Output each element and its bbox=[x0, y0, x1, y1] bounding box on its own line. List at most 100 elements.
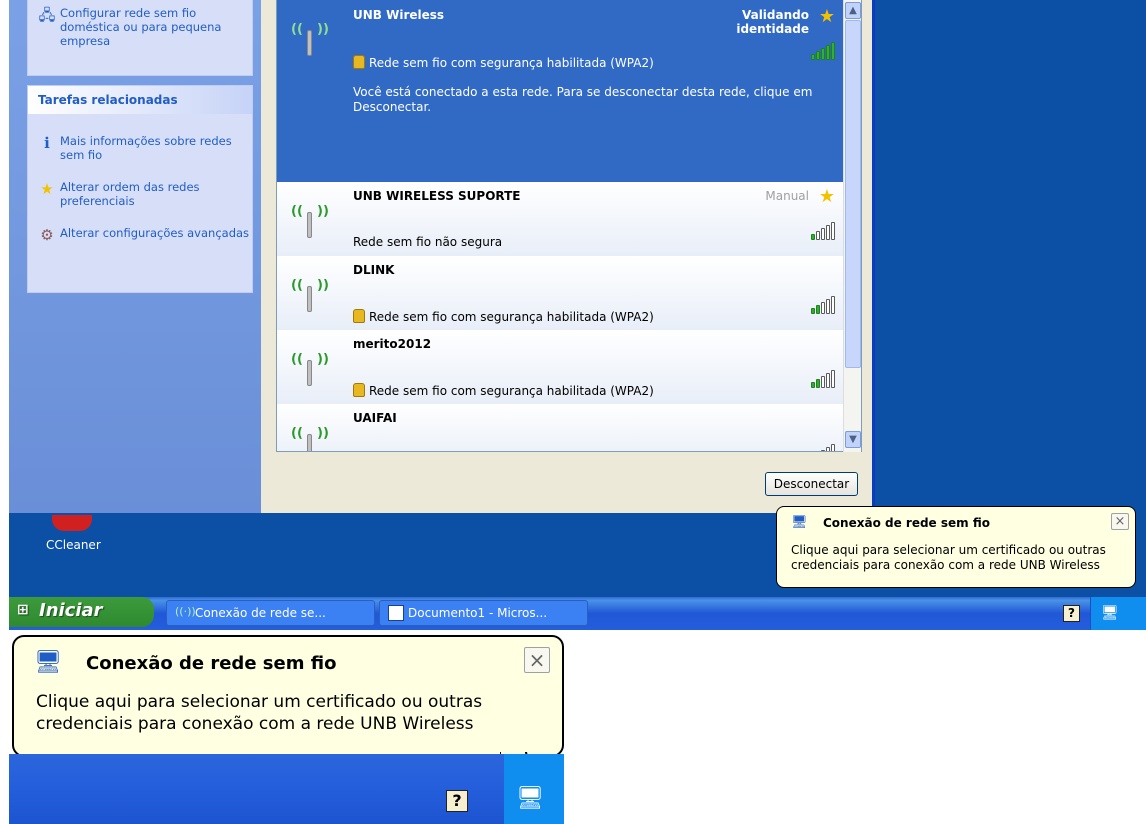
network-item[interactable]: (()) merito2012 Rede sem fio com seguran… bbox=[277, 330, 843, 404]
balloon-body: Clique aqui para selecionar um certifica… bbox=[791, 543, 1106, 572]
disconnect-button[interactable]: Desconectar bbox=[765, 472, 858, 496]
signal-bar bbox=[816, 379, 820, 388]
network-status: Validando identidade bbox=[736, 8, 809, 36]
help-tray-icon[interactable]: ? bbox=[446, 790, 468, 812]
star-icon: ★ bbox=[40, 180, 54, 198]
notification-balloon[interactable]: 🖥 Conexão de rede sem fio × Clique aqui … bbox=[776, 506, 1136, 588]
wireless-network-icon: 🖥 bbox=[34, 650, 62, 675]
signal-bar bbox=[831, 296, 835, 314]
wireless-network-icon: 🖥 bbox=[791, 515, 808, 530]
network-security: Rede sem fio não segura bbox=[353, 235, 503, 249]
signal-bar bbox=[821, 302, 825, 314]
task-pane: 🖧 Configurar rede sem fio doméstica ou p… bbox=[9, 0, 261, 513]
signal-bar bbox=[826, 447, 830, 451]
change-order-label: Alterar ordem das redes preferenciais bbox=[60, 180, 200, 208]
ccleaner-label[interactable]: CCleaner bbox=[46, 538, 101, 552]
system-tray-zoom: 🖥 bbox=[504, 754, 564, 824]
network-name: UNB Wireless bbox=[353, 8, 445, 22]
info-icon: ℹ bbox=[44, 134, 50, 152]
network-tray-icon[interactable]: 🖥 bbox=[516, 786, 544, 811]
advanced-settings-link[interactable]: ⚙ Alterar configurações avançadas bbox=[28, 226, 252, 244]
signal-strength-icon bbox=[811, 42, 835, 60]
signal-bar bbox=[811, 382, 815, 388]
signal-bar bbox=[816, 305, 820, 314]
network-name: UNB WIRELESS SUPORTE bbox=[353, 189, 521, 203]
signal-bar bbox=[821, 48, 825, 60]
setup-wireless-label: Configurar rede sem fio doméstica ou par… bbox=[60, 6, 222, 48]
taskbar-zoom: ? bbox=[9, 754, 564, 824]
network-item[interactable]: (()) DLINK Rede sem fio com segurança ha… bbox=[277, 256, 843, 330]
signal-bar bbox=[831, 222, 835, 240]
signal-bar bbox=[811, 54, 815, 60]
star-icon: ★ bbox=[818, 186, 835, 207]
signal-bar bbox=[811, 308, 815, 314]
scroll-up-button[interactable]: ▲ bbox=[845, 2, 861, 19]
antenna-icon: (()) bbox=[291, 196, 329, 238]
more-info-label: Mais informações sobre redes sem fio bbox=[60, 134, 232, 162]
scroll-thumb[interactable] bbox=[845, 20, 861, 368]
network-status: Manual bbox=[765, 189, 809, 203]
signal-bar bbox=[831, 42, 835, 60]
system-tray: 🖥 bbox=[1090, 597, 1146, 630]
taskbar-button-label: Conexão de rede se... bbox=[195, 606, 326, 620]
security-label: Rede sem fio com segurança habilitada (W… bbox=[369, 56, 654, 70]
help-tray-icon[interactable]: ? bbox=[1063, 605, 1080, 622]
network-list-scrollbar[interactable]: ▲ ▼ bbox=[843, 0, 861, 452]
related-tasks-header: Tarefas relacionadas bbox=[28, 86, 252, 114]
network-item[interactable]: (()) UNB Wireless Validando identidade ★… bbox=[277, 0, 843, 182]
network-name: DLINK bbox=[353, 263, 395, 277]
signal-bar bbox=[821, 376, 825, 388]
balloon-close-button[interactable]: × bbox=[1111, 513, 1129, 530]
signal-bar bbox=[831, 370, 835, 388]
advanced-settings-label: Alterar configurações avançadas bbox=[60, 226, 250, 240]
start-button[interactable]: ⊞ Iniciar bbox=[9, 597, 154, 627]
signal-strength-icon bbox=[811, 222, 835, 240]
word-document-icon bbox=[388, 605, 404, 621]
signal-strength-icon bbox=[811, 444, 835, 451]
balloon-title: Conexão de rede sem fio bbox=[823, 516, 990, 530]
antenna-icon: (()) bbox=[291, 270, 329, 312]
change-order-link[interactable]: ★ Alterar ordem das redes preferenciais bbox=[28, 180, 252, 208]
network-tasks-box: 🖧 Configurar rede sem fio doméstica ou p… bbox=[27, 0, 253, 76]
signal-bar bbox=[826, 45, 830, 60]
network-item[interactable]: (()) UAIFAI bbox=[277, 404, 843, 451]
taskbar-button-wireless[interactable]: ((·)) Conexão de rede se... bbox=[166, 600, 375, 626]
windows-logo-icon: ⊞ bbox=[17, 602, 29, 618]
signal-bar bbox=[831, 444, 835, 451]
connection-message: Você está conectado a esta rede. Para se… bbox=[353, 85, 813, 114]
balloon-close-button[interactable]: × bbox=[524, 647, 550, 673]
notification-balloon-zoom[interactable]: 🖥 Conexão de rede sem fio × Clique aqui … bbox=[12, 635, 564, 757]
signal-bar bbox=[826, 373, 830, 388]
balloon-body: Clique aqui para selecionar um certifica… bbox=[36, 692, 483, 734]
security-label: Rede sem fio com segurança habilitada (W… bbox=[369, 310, 654, 324]
network-security: Rede sem fio com segurança habilitada (W… bbox=[353, 55, 654, 70]
settings-icon: ⚙ bbox=[40, 226, 54, 244]
network-security: Rede sem fio com segurança habilitada (W… bbox=[353, 309, 654, 324]
more-info-link[interactable]: ℹ Mais informações sobre redes sem fio bbox=[28, 134, 252, 162]
network-name: merito2012 bbox=[353, 337, 432, 351]
setup-wireless-link[interactable]: 🖧 Configurar rede sem fio doméstica ou p… bbox=[28, 6, 252, 48]
balloon-title: Conexão de rede sem fio bbox=[86, 653, 337, 674]
network-security: Rede sem fio com segurança habilitada (W… bbox=[353, 383, 654, 398]
taskbar-button-document[interactable]: Documento1 - Micros... bbox=[379, 600, 588, 626]
signal-bar bbox=[816, 231, 820, 240]
signal-bar bbox=[816, 51, 820, 60]
lock-icon bbox=[353, 383, 365, 397]
security-label: Rede sem fio com segurança habilitada (W… bbox=[369, 384, 654, 398]
network-list: (()) UNB Wireless Validando identidade ★… bbox=[276, 0, 862, 452]
ccleaner-icon[interactable] bbox=[52, 515, 92, 531]
antenna-icon: (()) bbox=[291, 14, 329, 56]
lock-icon bbox=[353, 55, 365, 69]
wireless-icon: ((·)) bbox=[175, 605, 196, 618]
taskbar-button-label: Documento1 - Micros... bbox=[408, 606, 548, 620]
star-icon: ★ bbox=[818, 6, 835, 27]
network-item[interactable]: (()) UNB WIRELESS SUPORTE Manual ★ Rede … bbox=[277, 182, 843, 256]
signal-bar bbox=[826, 225, 830, 240]
network-name: UAIFAI bbox=[353, 411, 397, 425]
wireless-setup-icon: 🖧 bbox=[38, 6, 56, 24]
start-label: Iniciar bbox=[39, 600, 103, 621]
signal-bar bbox=[821, 228, 825, 240]
network-tray-icon[interactable]: 🖥 bbox=[1101, 605, 1119, 621]
scroll-down-button[interactable]: ▼ bbox=[845, 431, 861, 448]
taskbar: ⊞ Iniciar ((·)) Conexão de rede se... Do… bbox=[9, 597, 1146, 630]
